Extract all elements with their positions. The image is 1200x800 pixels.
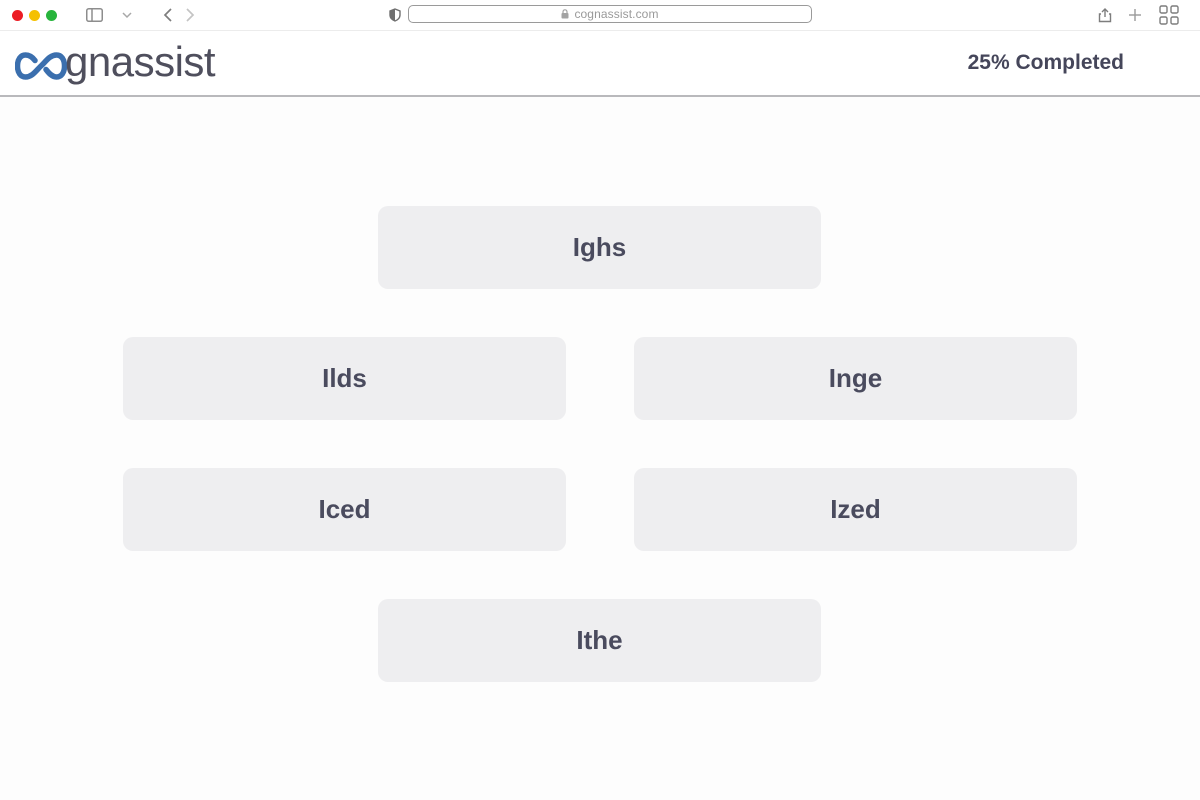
answer-option[interactable]: Ilds	[123, 337, 566, 420]
minimize-window-button[interactable]	[29, 10, 40, 21]
logo-wordmark: gnassist	[65, 38, 216, 85]
answer-option-label: Inge	[828, 363, 883, 393]
answer-option-label: Ithe	[576, 625, 623, 655]
answer-option[interactable]: Ized	[634, 468, 1077, 551]
infinity-logo-icon	[15, 52, 67, 80]
answer-option-label: Ighs	[572, 232, 627, 262]
share-icon[interactable]	[1097, 5, 1113, 25]
forward-icon[interactable]	[182, 5, 198, 25]
answer-option-label: Iced	[318, 494, 371, 524]
answer-option[interactable]: Ighs	[378, 206, 821, 289]
browser-toolbar: cognassist.com	[0, 0, 1200, 31]
answer-option-label: Ilds	[322, 363, 367, 393]
back-icon[interactable]	[160, 5, 176, 25]
close-window-button[interactable]	[12, 10, 23, 21]
shield-icon[interactable]	[388, 7, 402, 23]
progress-label: 25% Completed	[967, 51, 1124, 74]
zoom-window-button[interactable]	[46, 10, 57, 21]
sidebar-icon[interactable]	[86, 8, 103, 22]
lock-icon	[561, 9, 569, 19]
answer-option[interactable]: Ithe	[378, 599, 821, 682]
answer-option[interactable]: Inge	[634, 337, 1077, 420]
answer-option[interactable]: Iced	[123, 468, 566, 551]
url-text: cognassist.com	[574, 7, 659, 21]
address-bar[interactable]: cognassist.com	[408, 5, 812, 23]
answer-option-label: Ized	[830, 494, 881, 524]
app-header: gnassist 25% Completed	[0, 31, 1200, 97]
chevron-down-icon[interactable]	[120, 6, 134, 24]
plus-icon[interactable]	[1127, 5, 1143, 25]
grid-icon[interactable]	[1159, 5, 1179, 25]
cognassist-logo[interactable]: gnassist	[15, 38, 216, 89]
